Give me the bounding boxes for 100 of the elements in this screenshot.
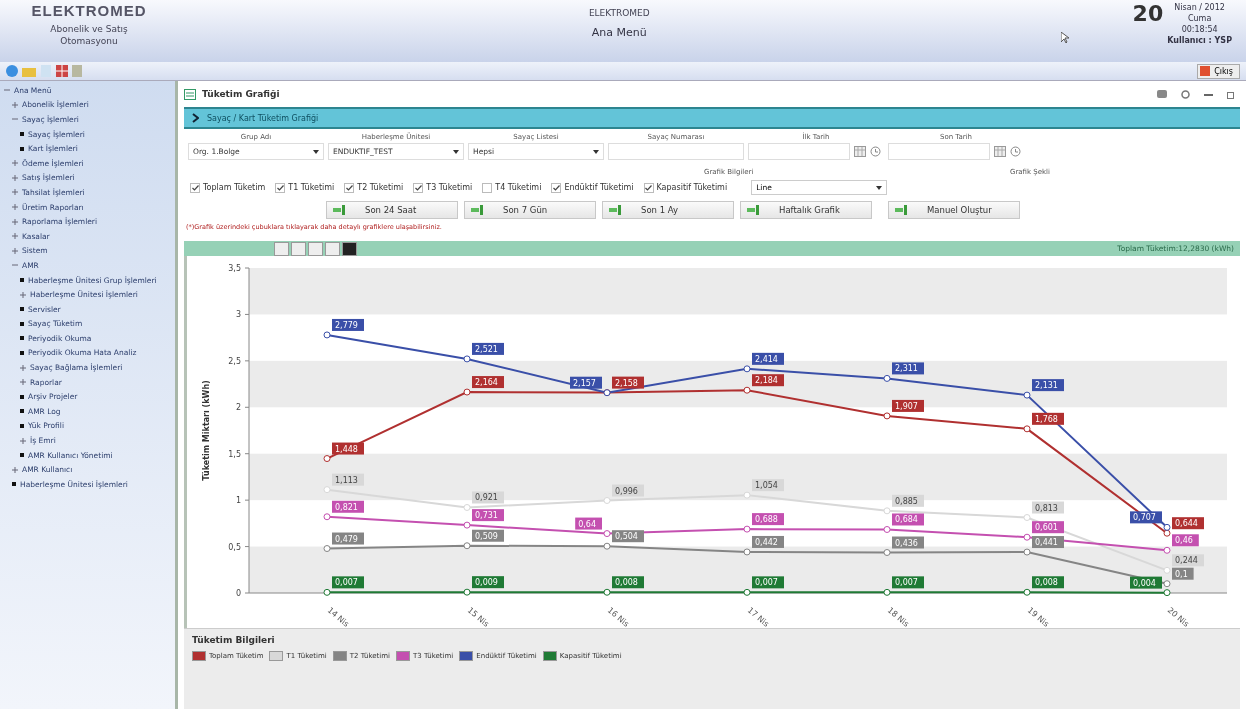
header-subtitle: Ana Menü bbox=[591, 26, 647, 39]
tick-label: 3,5 bbox=[228, 264, 241, 273]
data-label: 2,311 bbox=[895, 364, 918, 374]
value-label: 0,731 bbox=[472, 509, 504, 522]
expand-icon[interactable] bbox=[12, 174, 18, 181]
tick-label: 3 bbox=[235, 310, 241, 320]
bullet-icon bbox=[20, 336, 24, 341]
exit-button[interactable]: Çıkış bbox=[1197, 63, 1240, 79]
data-label: 0,64 bbox=[578, 519, 597, 529]
clock-time: 00:18:54 bbox=[1181, 24, 1218, 35]
header-title: ELEKTROMED bbox=[588, 8, 650, 18]
data-label: 0,009 bbox=[475, 578, 498, 588]
tick-label: 0,5 bbox=[228, 542, 241, 552]
app-name: Abonelik ve Satış Otomasyonu bbox=[49, 23, 129, 47]
value-label: 0,688 bbox=[752, 513, 784, 526]
tick-label: 17 Nis bbox=[745, 605, 771, 628]
checkbox[interactable]: Kapasitif Tüketimi bbox=[643, 182, 728, 193]
data-point bbox=[743, 588, 751, 596]
value-label: 0,504 bbox=[612, 530, 644, 543]
bullet-icon bbox=[12, 482, 16, 487]
bullet-icon bbox=[20, 321, 24, 326]
data-label: 0,601 bbox=[1035, 523, 1058, 533]
expand-icon[interactable] bbox=[20, 379, 26, 386]
data-label: 0,707 bbox=[1133, 513, 1156, 523]
collapse-icon[interactable] bbox=[4, 87, 10, 94]
restore-icon[interactable] bbox=[1227, 89, 1236, 99]
expand-icon[interactable] bbox=[12, 101, 18, 108]
expand-icon[interactable] bbox=[12, 466, 18, 473]
globe-icon[interactable] bbox=[6, 65, 18, 77]
data-point bbox=[1023, 514, 1031, 521]
data-point bbox=[463, 355, 471, 363]
period-button[interactable]: Son 24 Saat bbox=[326, 201, 458, 219]
data-point bbox=[743, 365, 751, 373]
grid-icon[interactable] bbox=[56, 65, 68, 77]
caret-icon bbox=[313, 149, 319, 154]
value-label: 0,601 bbox=[1032, 521, 1064, 534]
data-point bbox=[1163, 566, 1171, 574]
value-label: 0,007 bbox=[892, 576, 924, 589]
data-point bbox=[463, 521, 471, 529]
checkbox[interactable]: Toplam Tüketim bbox=[190, 182, 266, 193]
data-point bbox=[1023, 588, 1031, 596]
graph-icon bbox=[895, 205, 907, 215]
value-label: 0,644 bbox=[1172, 517, 1204, 530]
period-button[interactable]: Manuel Oluştur bbox=[888, 201, 1020, 219]
value-label: 0,008 bbox=[1032, 576, 1064, 589]
expand-icon[interactable] bbox=[12, 160, 18, 167]
print-icon[interactable] bbox=[1157, 89, 1167, 98]
date-field[interactable] bbox=[888, 143, 990, 160]
logo: ELEKTROMED bbox=[31, 2, 147, 19]
expand-icon[interactable] bbox=[20, 364, 26, 371]
period-button[interactable]: Son 7 Gün bbox=[464, 201, 596, 219]
bullet-icon bbox=[20, 307, 24, 312]
data-point bbox=[883, 374, 891, 382]
data-label: 2,157 bbox=[573, 378, 596, 388]
expand-icon[interactable] bbox=[12, 189, 18, 196]
section-title: Tüketim Bilgileri bbox=[192, 635, 276, 645]
data-label: 0,996 bbox=[615, 486, 638, 496]
checkbox[interactable]: T1 Tüketimi bbox=[275, 182, 335, 193]
data-point bbox=[743, 548, 751, 556]
input-field[interactable] bbox=[608, 143, 744, 160]
refresh-icon[interactable] bbox=[1181, 89, 1190, 99]
expand-icon[interactable] bbox=[12, 204, 18, 211]
expand-icon[interactable] bbox=[20, 291, 26, 298]
period-button[interactable]: Haftalık Grafik bbox=[740, 201, 872, 219]
data-point bbox=[883, 526, 891, 533]
graph-icon bbox=[609, 205, 621, 215]
value-label: 1,448 bbox=[332, 442, 364, 455]
expand-icon[interactable] bbox=[12, 218, 18, 225]
check-icon bbox=[276, 184, 284, 191]
tick-label: 1 bbox=[235, 496, 241, 506]
bullet-icon bbox=[20, 351, 24, 355]
checkbox[interactable]: Endüktif Tüketimi bbox=[551, 182, 634, 193]
calendar-icon[interactable] bbox=[994, 146, 1006, 157]
value-label: 0,244 bbox=[1172, 554, 1204, 567]
data-label: 0,007 bbox=[895, 578, 918, 588]
graph-icon bbox=[333, 205, 345, 215]
value-label: 0,684 bbox=[892, 513, 924, 526]
data-label: 2,521 bbox=[475, 344, 498, 354]
value-label: 0,46 bbox=[1172, 534, 1199, 547]
data-point bbox=[883, 588, 891, 596]
date-field[interactable] bbox=[748, 143, 850, 160]
folder-icon[interactable] bbox=[22, 65, 36, 77]
expand-icon[interactable] bbox=[12, 247, 18, 254]
checkbox[interactable]: T2 Tüketimi bbox=[344, 182, 404, 193]
checkbox[interactable]: T3 Tüketimi bbox=[413, 182, 473, 193]
data-point bbox=[463, 504, 471, 511]
period-button[interactable]: Son 1 Ay bbox=[602, 201, 734, 219]
collapse-icon[interactable] bbox=[12, 262, 18, 269]
clock-icon[interactable] bbox=[1010, 146, 1021, 157]
calendar-icon[interactable] bbox=[854, 146, 866, 157]
expand-icon[interactable] bbox=[12, 233, 18, 240]
data-label: 0,46 bbox=[1175, 536, 1193, 546]
expand-icon[interactable] bbox=[20, 437, 26, 444]
data-label: 0,644 bbox=[1175, 519, 1198, 529]
checkbox[interactable]: T4 Tüketimi bbox=[482, 182, 542, 193]
data-point bbox=[1163, 546, 1171, 554]
clock-icon[interactable] bbox=[870, 146, 881, 157]
data-label: 0,885 bbox=[895, 496, 918, 506]
data-label: 1,768 bbox=[1035, 414, 1058, 424]
collapse-icon[interactable] bbox=[12, 116, 18, 123]
